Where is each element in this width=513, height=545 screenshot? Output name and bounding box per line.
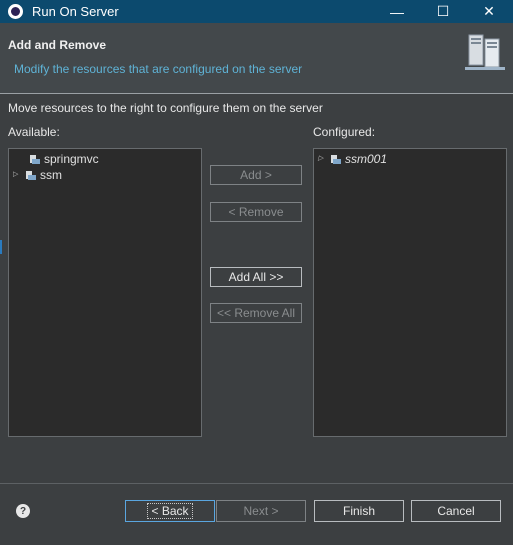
list-item[interactable]: ▷ ssm001 xyxy=(318,151,387,167)
tree-item-label: ssm xyxy=(40,168,62,182)
remove-all-button[interactable]: << Remove All xyxy=(210,303,302,323)
title-bar: Run On Server — ☐ ✕ xyxy=(0,0,513,23)
window-edge xyxy=(0,240,2,254)
project-icon xyxy=(331,155,341,164)
wizard-header: Add and Remove Modify the resources that… xyxy=(0,23,513,94)
eclipse-icon xyxy=(8,4,23,19)
minimize-button[interactable]: — xyxy=(374,0,420,23)
expand-arrow-icon[interactable]: ▷ xyxy=(318,151,326,167)
page-description: Modify the resources that are configured… xyxy=(14,62,303,76)
instruction-text: Move resources to the right to configure… xyxy=(8,101,323,115)
back-button[interactable]: < Back xyxy=(125,500,215,522)
back-button-label: < Back xyxy=(147,503,193,519)
tree-item-label: ssm001 xyxy=(345,152,388,166)
remove-button[interactable]: < Remove xyxy=(210,202,302,222)
close-button[interactable]: ✕ xyxy=(466,0,512,23)
maximize-button[interactable]: ☐ xyxy=(420,0,466,23)
list-item[interactable]: springmvc xyxy=(17,151,99,167)
add-all-button[interactable]: Add All >> xyxy=(210,267,302,287)
configured-label: Configured: xyxy=(313,125,376,139)
window-title: Run On Server xyxy=(32,4,119,19)
configured-list[interactable]: ▷ ssm001 xyxy=(313,148,507,437)
expand-arrow-icon[interactable]: ▷ xyxy=(13,167,21,183)
server-icon xyxy=(465,34,505,70)
page-title: Add and Remove xyxy=(8,38,107,52)
project-icon xyxy=(30,155,40,164)
project-icon xyxy=(26,171,36,180)
cancel-button[interactable]: Cancel xyxy=(411,500,501,522)
available-label: Available: xyxy=(8,125,60,139)
help-icon[interactable]: ? xyxy=(16,504,30,518)
finish-button[interactable]: Finish xyxy=(314,500,404,522)
list-item[interactable]: ▷ ssm xyxy=(13,167,62,183)
available-list[interactable]: springmvc ▷ ssm xyxy=(8,148,202,437)
footer-divider xyxy=(0,483,513,484)
next-button[interactable]: Next > xyxy=(216,500,306,522)
tree-item-label: springmvc xyxy=(44,152,99,166)
add-button[interactable]: Add > xyxy=(210,165,302,185)
